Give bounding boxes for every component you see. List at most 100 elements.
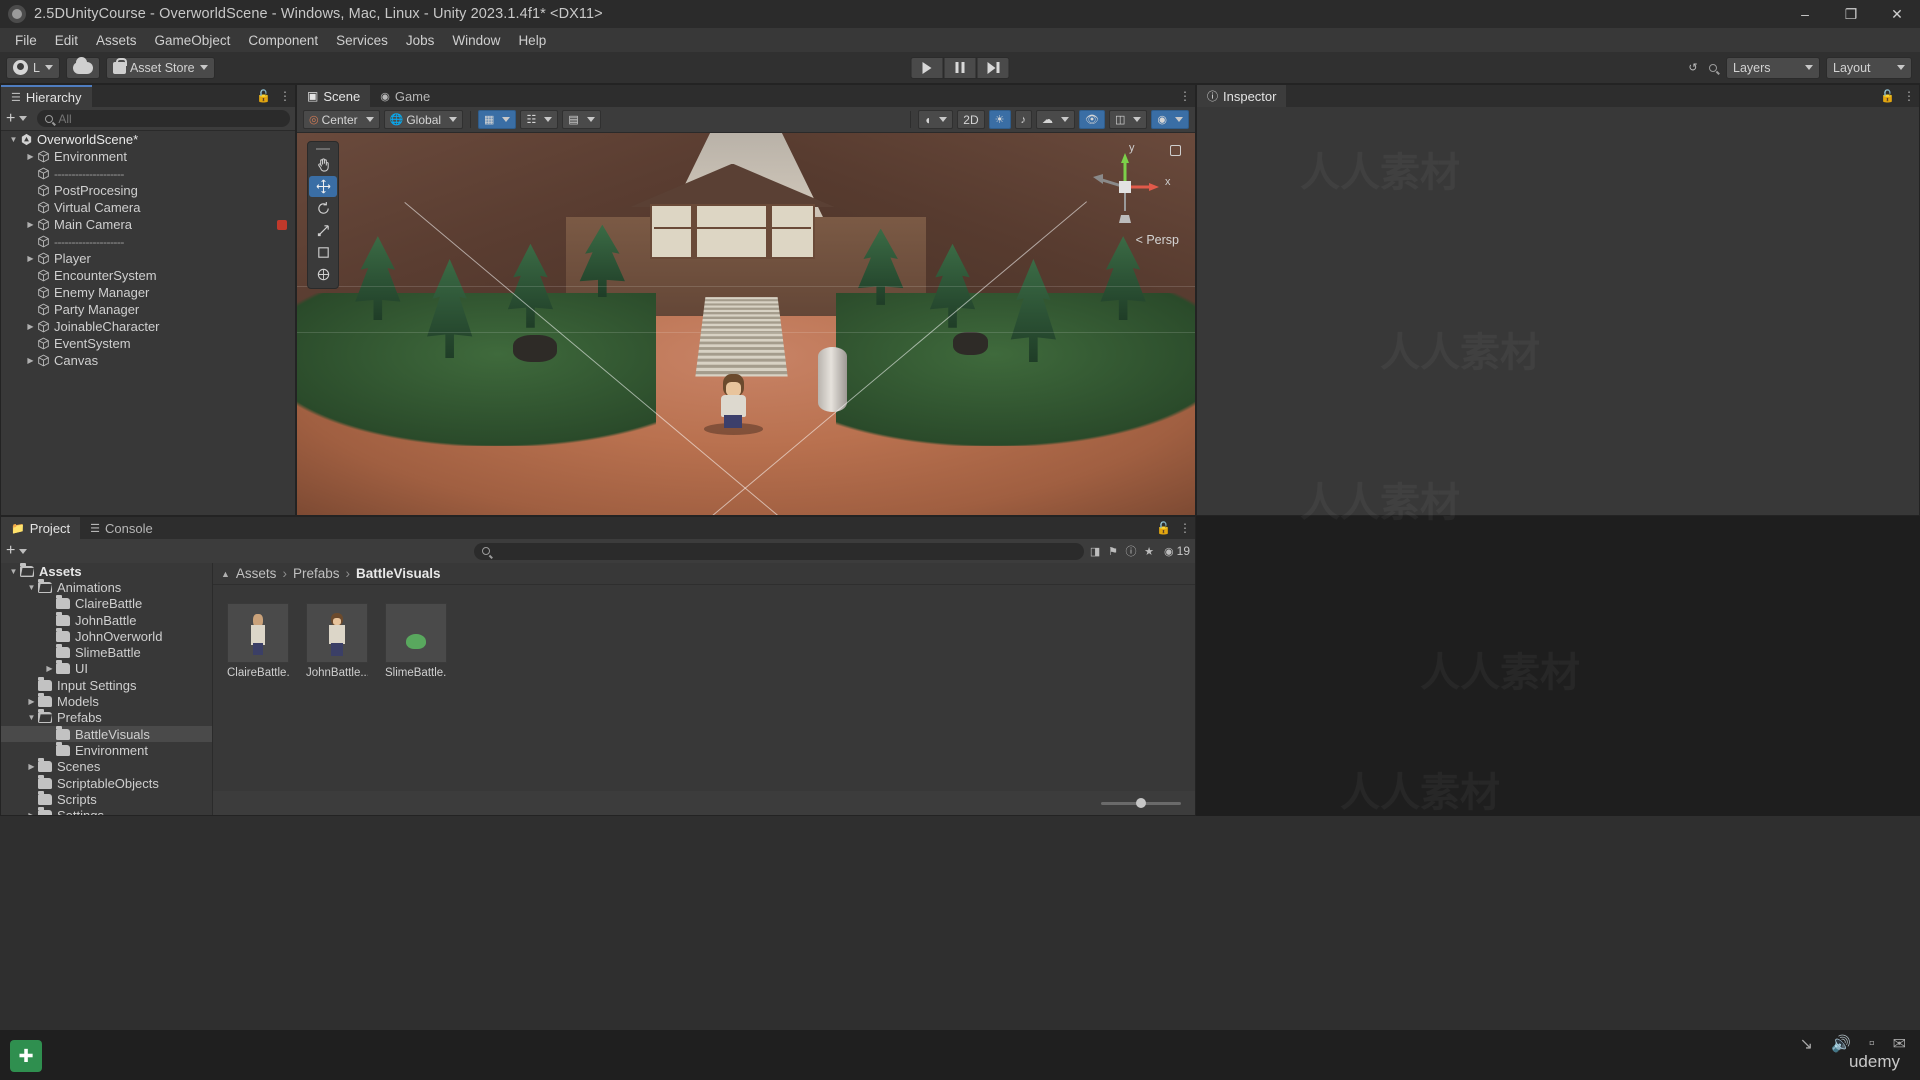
hierarchy-item-encountersystem[interactable]: EncounterSystem: [1, 267, 295, 284]
create-asset-button[interactable]: +: [6, 543, 15, 559]
tab-project[interactable]: 📁 Project: [1, 517, 81, 539]
close-button[interactable]: ✕: [1874, 0, 1920, 28]
chevron-right-icon[interactable]: ▶: [25, 697, 38, 706]
network-icon[interactable]: ↘: [1800, 1034, 1813, 1054]
mode-2d-button[interactable]: 2D: [957, 110, 985, 129]
speaker-icon[interactable]: 🔊: [1831, 1034, 1851, 1054]
hierarchy-item-joinablecharacter[interactable]: ▶ JoinableCharacter: [1, 318, 295, 335]
grid-snap-button[interactable]: ▦: [478, 110, 517, 129]
menu-help[interactable]: Help: [509, 30, 555, 51]
scale-tool[interactable]: [309, 220, 337, 241]
thumbnail-size-slider[interactable]: [1101, 797, 1181, 808]
hidden-packages-icon[interactable]: ◉: [1164, 545, 1174, 558]
project-folder-scenes[interactable]: ▶ Scenes: [1, 758, 212, 775]
menu-edit[interactable]: Edit: [46, 30, 87, 51]
favorites-star-icon[interactable]: ★: [1142, 544, 1156, 558]
kebab-menu-icon[interactable]: ⋮: [1903, 89, 1915, 103]
hierarchy-search-input[interactable]: [58, 111, 282, 126]
perspective-label[interactable]: < Persp: [1136, 233, 1179, 247]
chevron-right-icon[interactable]: ▶: [43, 664, 56, 673]
pause-button[interactable]: [943, 56, 977, 79]
breadcrumb-battlevisuals[interactable]: BattleVisuals: [356, 566, 441, 581]
project-folder-animations[interactable]: ▼ Animations: [1, 578, 212, 595]
hierarchy-item-postprocesing[interactable]: PostProcesing: [1, 182, 295, 199]
scene-camera-button[interactable]: ◫: [1108, 110, 1148, 129]
rotate-tool[interactable]: [309, 198, 337, 219]
john-sprite-thumbnail[interactable]: [306, 603, 368, 663]
battery-icon[interactable]: ▫: [1869, 1035, 1875, 1053]
menu-assets[interactable]: Assets: [87, 30, 146, 51]
rect-tool[interactable]: [309, 242, 337, 263]
chevron-down-icon[interactable]: [19, 116, 28, 121]
lock-icon[interactable]: 🔓: [256, 89, 271, 103]
asset-item[interactable]: JohnBattle...: [306, 603, 368, 789]
account-button[interactable]: L: [6, 56, 60, 79]
menu-file[interactable]: File: [6, 30, 46, 51]
project-folder-environment[interactable]: Environment: [1, 741, 212, 758]
tab-game[interactable]: ◉ Game: [370, 85, 441, 107]
project-folder-input-settings[interactable]: Input Settings: [1, 676, 212, 693]
project-folder-clairebattle[interactable]: ClaireBattle: [1, 595, 212, 612]
project-search[interactable]: [474, 542, 1085, 560]
project-folder-johnbattle[interactable]: JohnBattle: [1, 611, 212, 628]
effects-button[interactable]: ☁: [1036, 110, 1076, 129]
project-folder-models[interactable]: ▶ Models: [1, 693, 212, 709]
lock-icon[interactable]: 🔓: [1880, 89, 1895, 103]
transform-tool[interactable]: [309, 264, 337, 285]
tab-console[interactable]: ☰ Console: [80, 517, 163, 539]
menu-services[interactable]: Services: [327, 30, 397, 51]
scene-viewport[interactable]: y x < Persp: [297, 133, 1195, 515]
project-folder-scriptableobjects[interactable]: ScriptableObjects: [1, 774, 212, 791]
audio-toggle[interactable]: ♪: [1014, 110, 1033, 129]
search-by-type-icon[interactable]: ◨: [1088, 544, 1102, 558]
chevron-right-icon[interactable]: ▶: [24, 254, 37, 263]
tab-hierarchy[interactable]: ☰ Hierarchy: [1, 85, 92, 107]
scene-orientation-gizmo[interactable]: y x < Persp: [1069, 139, 1187, 247]
project-folder-ui[interactable]: ▶ UI: [1, 660, 212, 677]
project-folder-battlevisuals[interactable]: BattleVisuals: [1, 725, 212, 743]
menu-window[interactable]: Window: [443, 30, 509, 51]
tab-inspector[interactable]: ⓘ Inspector: [1197, 85, 1287, 107]
hierarchy-item-[interactable]: --------------------: [1, 233, 295, 250]
tool-strip-grip[interactable]: [308, 144, 338, 153]
move-tool[interactable]: [309, 176, 337, 197]
hierarchy-item-canvas[interactable]: ▶ Canvas: [1, 352, 295, 369]
project-folder-settings[interactable]: ▶ Settings: [1, 807, 212, 815]
minimize-button[interactable]: –: [1782, 0, 1828, 28]
hand-tool[interactable]: [309, 154, 337, 175]
start-icon[interactable]: ✚: [10, 1040, 42, 1072]
space-mode-button[interactable]: 🌐 Global: [383, 110, 464, 129]
grid-visibility-button[interactable]: ▤: [562, 110, 601, 129]
breadcrumb-assets[interactable]: Assets: [236, 566, 277, 581]
notification-icon[interactable]: ✉: [1893, 1034, 1906, 1054]
info-icon[interactable]: ⓘ: [1124, 544, 1138, 558]
chevron-right-icon[interactable]: ▶: [24, 356, 37, 365]
layers-dropdown[interactable]: Layers: [1726, 56, 1820, 79]
chevron-right-icon[interactable]: ▶: [25, 762, 38, 771]
hierarchy-item-environment[interactable]: ▶ Environment: [1, 148, 295, 165]
chevron-right-icon[interactable]: ▶: [24, 322, 37, 331]
hierarchy-item-virtual-camera[interactable]: Virtual Camera: [1, 199, 295, 216]
hierarchy-item-main-camera[interactable]: ▶ Main Camera: [1, 216, 295, 233]
cloud-button[interactable]: [65, 56, 100, 79]
play-button[interactable]: [910, 56, 944, 79]
shading-mode-button[interactable]: ◖: [918, 110, 954, 129]
scene-player-character[interactable]: [704, 373, 763, 435]
chevron-right-icon[interactable]: ▶: [24, 152, 37, 161]
chevron-right-icon[interactable]: ▶: [25, 811, 38, 815]
hierarchy-item-eventsystem[interactable]: EventSystem: [1, 335, 295, 352]
hierarchy-item-[interactable]: --------------------: [1, 165, 295, 182]
search-by-label-icon[interactable]: ⚑: [1106, 544, 1120, 558]
chevron-down-icon[interactable]: ▼: [7, 135, 20, 144]
history-icon[interactable]: ↺: [1686, 61, 1700, 75]
hierarchy-item-overworldscene[interactable]: ▼ OverworldScene*: [1, 131, 295, 148]
kebab-menu-icon[interactable]: ⋮: [1179, 89, 1191, 103]
asset-grid[interactable]: ClaireBattle... JohnBattle... SlimeBattle.…: [213, 589, 1195, 789]
search-icon[interactable]: [1706, 61, 1720, 75]
hierarchy-item-player[interactable]: ▶ Player: [1, 250, 295, 267]
kebab-menu-icon[interactable]: ⋮: [1179, 521, 1191, 535]
chevron-right-icon[interactable]: ▶: [24, 220, 37, 229]
hierarchy-tree[interactable]: ▼ OverworldScene* ▶ Environment -----------…: [1, 131, 295, 515]
project-folder-slimebattle[interactable]: SlimeBattle: [1, 644, 212, 660]
chevron-down-icon[interactable]: [19, 548, 28, 554]
